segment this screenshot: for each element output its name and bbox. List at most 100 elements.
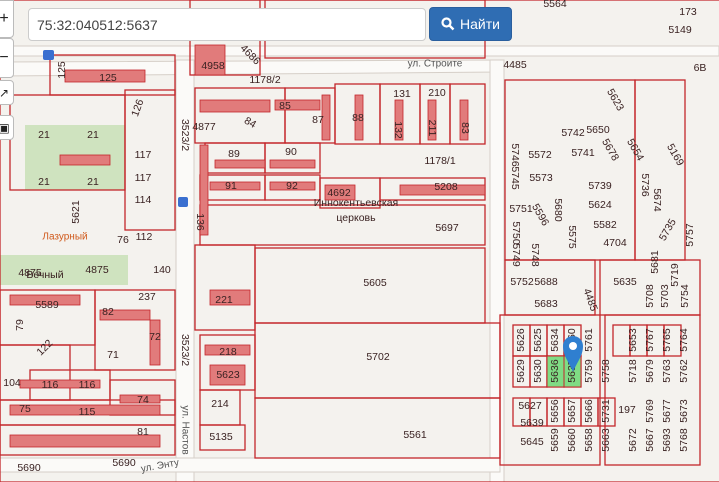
parcel-label: 5605 (363, 277, 387, 289)
parcel-label: 5582 (593, 219, 617, 231)
parcel-label: 5762 (678, 359, 690, 383)
road-east (489, 59, 505, 482)
street-label: ул. Строите (408, 59, 463, 70)
parcel-label: 5680 (552, 198, 564, 222)
parcel-label: 131 (393, 88, 411, 100)
parcel-label: 114 (135, 194, 152, 206)
parcel-label: 5758 (600, 359, 612, 383)
parcel-label: 83 (459, 122, 471, 134)
zoom-in-button[interactable]: + (0, 0, 14, 38)
parcel-label: 136 (194, 213, 206, 231)
parcel-label: 5629 (515, 359, 527, 383)
print-icon: ▣ (0, 120, 10, 135)
print-button[interactable]: ▣ (0, 115, 14, 140)
parcel-label: 116 (79, 379, 96, 391)
parcel-label: 5754 (679, 284, 691, 308)
parcel-label: 5741 (571, 147, 595, 159)
cadastral-search-input[interactable] (28, 8, 426, 41)
parcel-label: 117 (135, 149, 152, 161)
parcel-label: 5623 (604, 87, 626, 113)
parcel-label: 75 (19, 403, 31, 415)
parcel-label: 218 (219, 346, 237, 358)
parcel-label: 126 (129, 97, 146, 118)
parcel-label: 1178/1 (424, 155, 455, 167)
parcel-label: 5169 (664, 142, 686, 168)
street-label: ул. Настов (179, 405, 190, 454)
parcel-label: 115 (79, 406, 96, 418)
parcel-label: 5690 (112, 457, 136, 469)
parcel-label: 5663 (600, 428, 612, 452)
parcel-label: 4958 (201, 60, 225, 72)
parcel-label: 5623 (216, 369, 240, 381)
parcel-label: 5635 (613, 276, 637, 288)
parcel-label: 74 (137, 394, 149, 406)
parcel-label: 117 (135, 172, 152, 184)
parcel-label: 1178/2 (249, 74, 280, 86)
parcel-label: 5624 (588, 199, 612, 211)
parcel-label: 197 (618, 404, 636, 416)
parcel-label: 5564 (543, 0, 567, 10)
parcel-label: 5666 (583, 399, 595, 423)
parcel-label: 5750 (510, 221, 522, 245)
parcel-label: 87 (312, 114, 324, 126)
cadastral-map[interactable]: 4958 46861178/2ул. Строите 448555641735149… (0, 0, 719, 482)
parcel-label: 5654 (624, 137, 646, 163)
search-button[interactable]: Найти (429, 7, 512, 41)
parcel-label: 5645 (520, 436, 544, 448)
zoom-out-button[interactable]: − (0, 38, 14, 78)
parcel-label: 5656 (549, 399, 561, 423)
parcel-label: 5626 (515, 328, 527, 352)
parcel-label: 89 (228, 148, 240, 160)
parcel-label: 125 (99, 72, 117, 84)
parcel-label: 90 (285, 146, 297, 158)
parcel-label: 122 (34, 337, 55, 358)
parcel-label: 5673 (678, 399, 690, 423)
parcel-label: 85 (279, 100, 291, 112)
parcel-label: 211 (426, 120, 438, 137)
parcel-label: 5703 (659, 284, 671, 308)
parcel-label: 104 (3, 377, 21, 389)
parcel-label: 5639 (520, 417, 544, 429)
parcel-label: 21 (38, 129, 50, 141)
parcel-label: Вечный (26, 269, 63, 281)
parcel-label: 92 (286, 180, 298, 192)
parcel-label: 5627 (518, 400, 542, 412)
parcel-label: 5702 (366, 351, 390, 363)
parcel-label: 5768 (678, 428, 690, 452)
parcel-label: 5748 (529, 243, 541, 267)
parcel-label: 5681 (649, 250, 661, 274)
parcel-label: 5745 (509, 166, 521, 190)
parcel-label: 173 (679, 6, 697, 18)
parcel-label: 5736 (639, 173, 651, 197)
parcel-label: 4875 (85, 264, 109, 276)
parcel-label: 5589 (35, 299, 59, 311)
expand-icon: ↗ (0, 85, 10, 100)
parcel-label: 237 (138, 291, 156, 303)
road-entu (0, 457, 501, 473)
parcel-label: 5135 (209, 431, 233, 443)
parcel-label: 5764 (678, 328, 690, 352)
parcel-label: 5739 (588, 180, 612, 192)
parcel-label: 5719 (669, 263, 681, 287)
parcel-label: 5679 (644, 359, 656, 383)
parcel-label: 84 (242, 115, 258, 131)
parcel-label: 5761 (583, 328, 595, 352)
parcel-label: 3523/2 (179, 334, 191, 366)
parcel-label: 5735 (657, 217, 679, 243)
search-icon (441, 17, 455, 31)
parcel-label: 5759 (583, 359, 595, 383)
parcel-label: 5653 (627, 328, 639, 352)
parcel-label: 5752 (510, 276, 534, 288)
parcel-label: 5688 (534, 276, 558, 288)
parcel-label: 5659 (549, 428, 561, 452)
parcel-label: 79 (14, 319, 26, 331)
expand-button[interactable]: ↗ (0, 80, 14, 105)
parcel-label: 5657 (566, 399, 578, 423)
parcel-label: 5765 (661, 328, 673, 352)
parcel-label: 4485 (581, 287, 600, 313)
parcel-label: 5690 (17, 462, 41, 474)
parcel-label: 5575 (566, 225, 578, 249)
parcel-label: 5751 (509, 203, 533, 215)
parcel-label: 88 (352, 112, 364, 124)
parcel-label: 4485 (503, 59, 527, 71)
